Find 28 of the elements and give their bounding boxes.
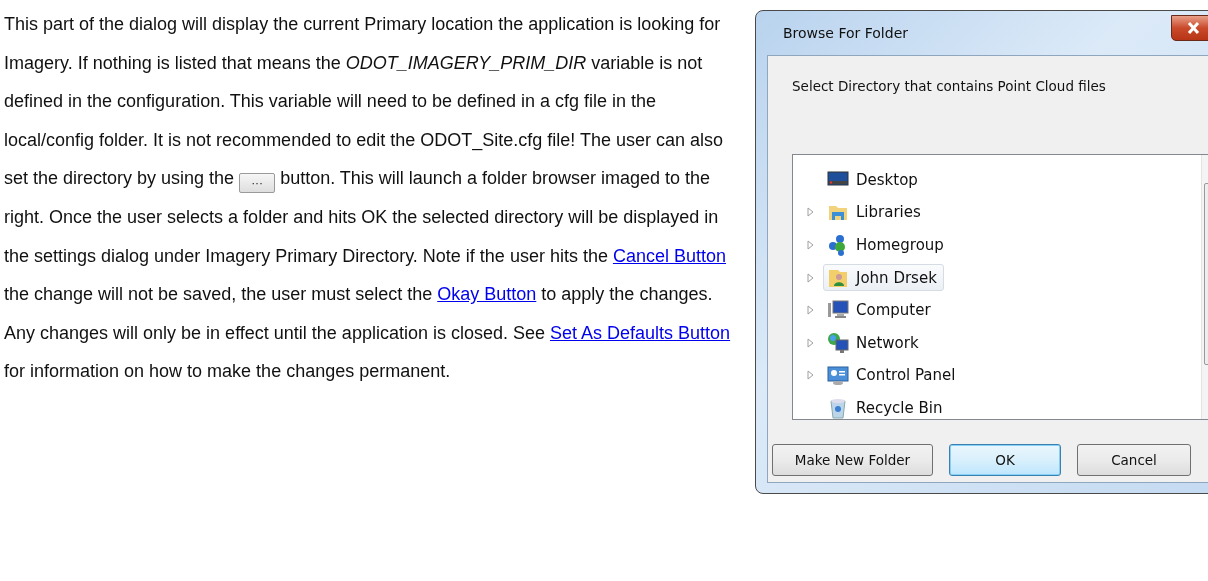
expand-arrow-icon[interactable] (807, 370, 814, 381)
expand-arrow-icon[interactable] (807, 337, 814, 348)
link[interactable]: Okay Button (437, 284, 537, 305)
tree-item[interactable]: Homegroup (823, 231, 951, 259)
expand-arrow-icon[interactable] (807, 207, 814, 218)
expand-arrow-icon[interactable] (807, 240, 814, 250)
tree-item[interactable]: Network (823, 329, 926, 357)
link[interactable]: Cancel Button (612, 245, 726, 266)
dialog-button[interactable]: OK (949, 443, 1061, 476)
dialog-button[interactable]: Make New Folder (772, 443, 933, 476)
window-title: Browse For Folder (783, 26, 908, 40)
expand-arrow-icon[interactable] (807, 305, 814, 316)
close-icon (1187, 22, 1200, 34)
control-panel-icon (827, 364, 849, 387)
tree-item[interactable]: Computer (823, 296, 938, 324)
tree-item[interactable]: Recycle Bin (823, 394, 950, 422)
recycle-bin-icon (827, 396, 849, 419)
close-button[interactable] (1171, 15, 1208, 41)
link[interactable]: Set As Defaults Button (550, 322, 731, 343)
expand-arrow-icon[interactable] (807, 272, 814, 283)
tree-item[interactable]: Libraries (823, 198, 928, 226)
network-icon (827, 331, 849, 354)
tree-item[interactable]: Control Panel (823, 361, 963, 389)
tree-item[interactable]: Desktop (823, 166, 925, 194)
dialog-button[interactable]: Cancel (1077, 443, 1191, 476)
browse-button[interactable]: ··· (239, 173, 276, 194)
tree-item[interactable]: John Drsek (823, 264, 944, 292)
instruction-text: Select Directory that contains Point Cloud files (792, 80, 1107, 94)
